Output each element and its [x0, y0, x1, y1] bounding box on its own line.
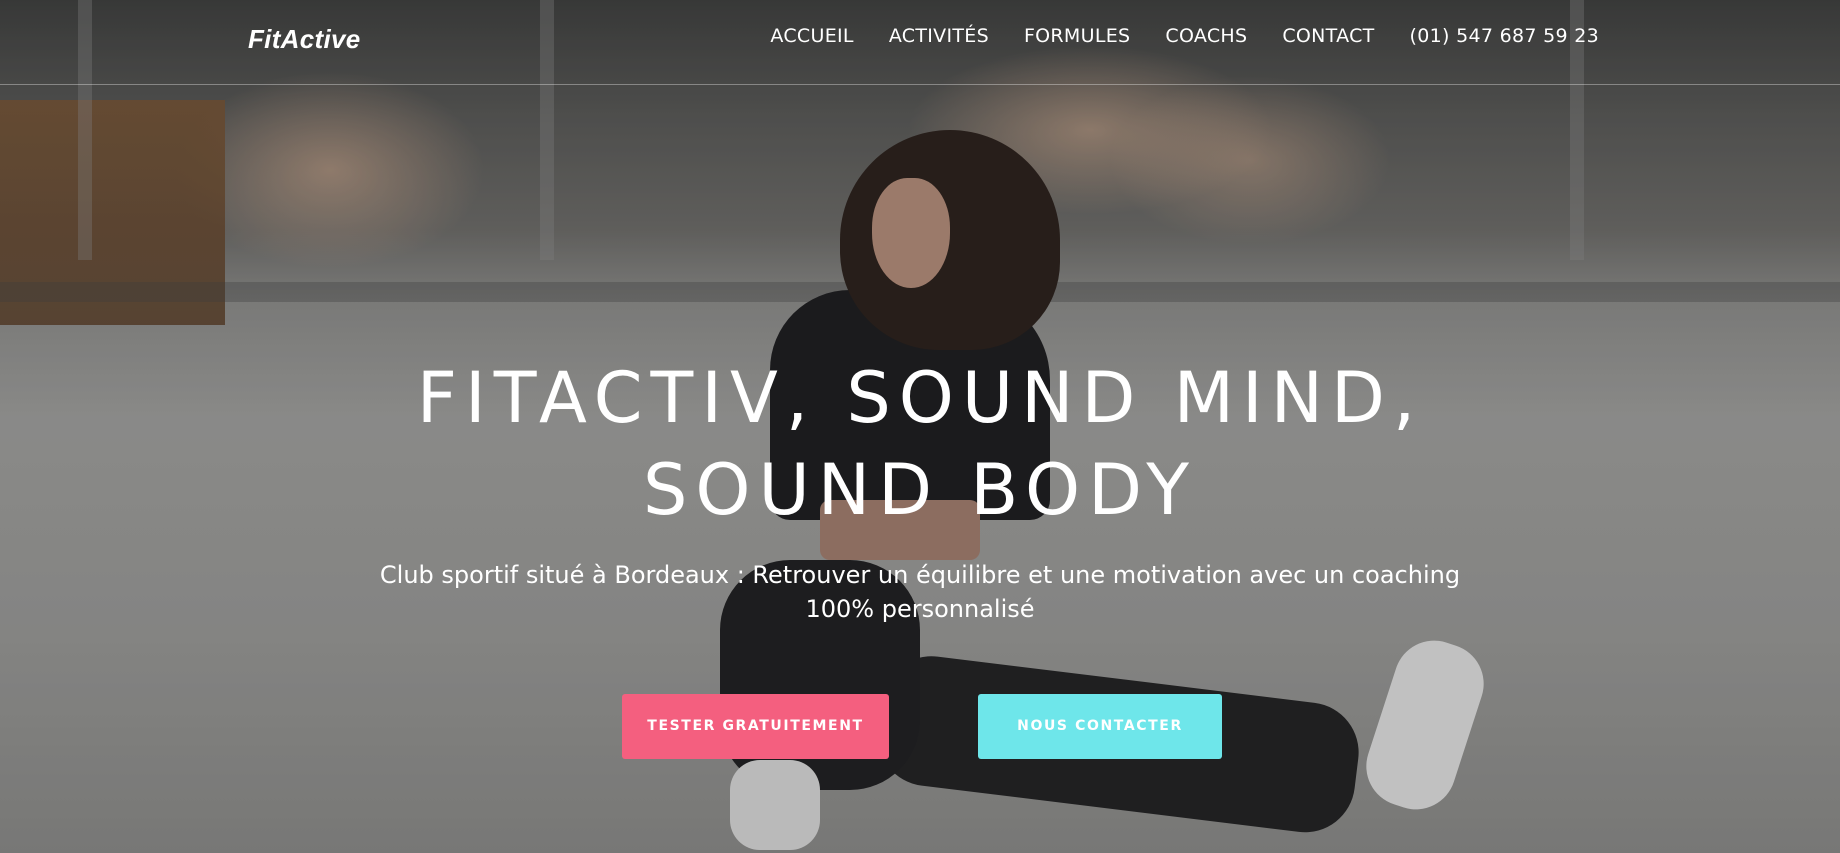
hero-title: FITACTIV, SOUND MIND, SOUND BODY — [200, 352, 1640, 536]
hero-title-line1: FITACTIV, SOUND MIND, — [416, 357, 1424, 439]
top-navbar: FitActive ACCUEIL ACTIVITÉS FORMULES COA… — [0, 0, 1840, 85]
hero-section: FitActive ACCUEIL ACTIVITÉS FORMULES COA… — [0, 0, 1840, 853]
contact-us-button[interactable]: NOUS CONTACTER — [978, 694, 1222, 759]
brand-logo[interactable]: FitActive — [248, 24, 361, 55]
nav-item-accueil[interactable]: ACCUEIL — [770, 25, 853, 47]
free-trial-button[interactable]: TESTER GRATUITEMENT — [622, 694, 889, 759]
hero-subtitle-line1: Club sportif situé à Bordeaux : Retrouve… — [379, 561, 1461, 589]
nav-item-contact[interactable]: CONTACT — [1282, 25, 1374, 47]
main-nav: ACCUEIL ACTIVITÉS FORMULES COACHS CONTAC… — [735, 25, 1599, 47]
hero-content: FITACTIV, SOUND MIND, SOUND BODY Club sp… — [0, 0, 1840, 853]
nav-item-activites[interactable]: ACTIVITÉS — [889, 25, 989, 47]
nav-item-formules[interactable]: FORMULES — [1024, 25, 1130, 47]
hero-subtitle: Club sportif situé à Bordeaux : Retrouve… — [330, 558, 1510, 626]
hero-subtitle-line2: 100% personnalisé — [805, 595, 1035, 623]
hero-title-line2: SOUND BODY — [642, 449, 1197, 531]
nav-item-coachs[interactable]: COACHS — [1165, 25, 1247, 47]
nav-item-phone[interactable]: (01) 547 687 59 23 — [1410, 25, 1599, 47]
